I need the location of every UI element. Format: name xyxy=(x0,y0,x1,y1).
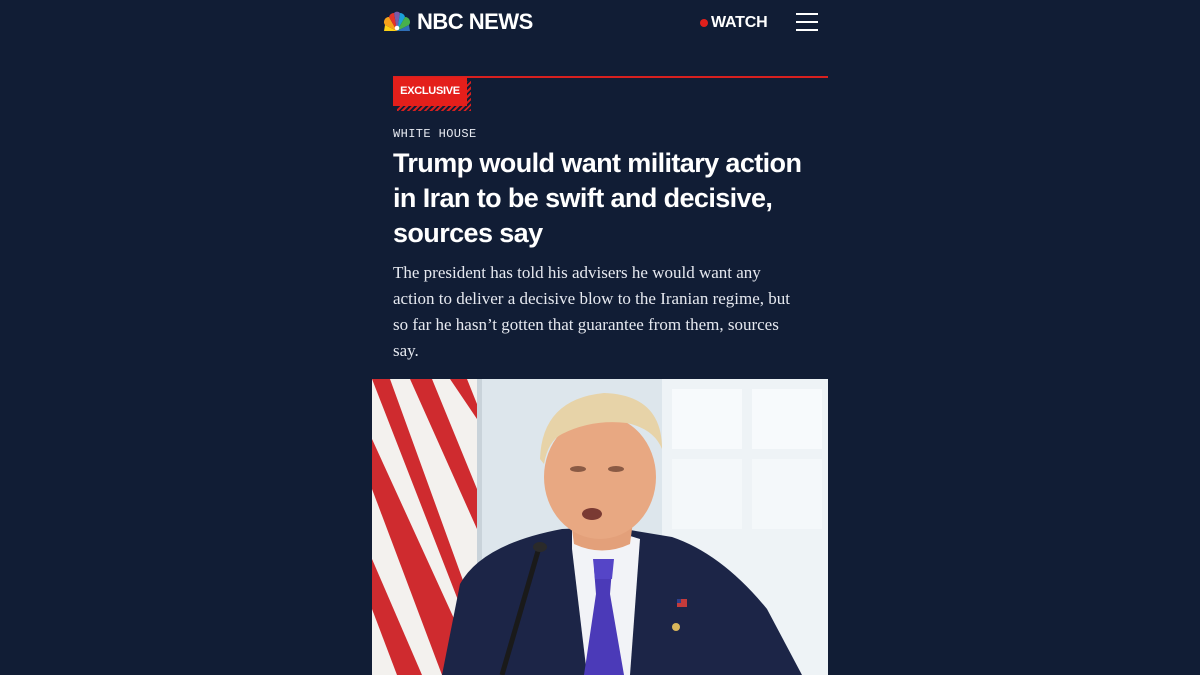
exclusive-badge-label: EXCLUSIVE xyxy=(393,77,467,106)
article-hero-photo[interactable] xyxy=(372,379,828,675)
dek-line: The president has told his advisers he w… xyxy=(393,263,761,282)
headline-line: sources say xyxy=(393,218,543,248)
brand-name: NBC NEWS xyxy=(417,9,533,34)
article-dek: The president has told his advisers he w… xyxy=(393,260,818,364)
dek-line: so far he hasn’t gotten that guarantee f… xyxy=(393,315,779,334)
nbc-news-logo[interactable]: NBC NEWS xyxy=(382,10,533,34)
hamburger-menu-icon[interactable] xyxy=(796,13,818,31)
peacock-icon xyxy=(384,11,410,31)
article-page: NBC NEWS WATCH EXCLUSIVE WHITE HOUSE Tru… xyxy=(372,0,828,675)
headline-line: Trump would want military action xyxy=(393,148,802,178)
live-dot-icon xyxy=(700,19,708,27)
watch-live-button[interactable]: WATCH xyxy=(700,14,768,32)
top-navigation-bar: NBC NEWS WATCH xyxy=(372,0,828,46)
section-link-white-house[interactable]: WHITE HOUSE xyxy=(393,127,477,141)
exclusive-badge: EXCLUSIVE xyxy=(393,77,471,111)
dek-line: say. xyxy=(393,341,419,360)
watch-label: WATCH xyxy=(711,14,768,31)
hero-photo-illustration xyxy=(372,379,828,675)
article-headline: Trump would want military action in Iran… xyxy=(393,146,818,251)
dek-line: action to deliver a decisive blow to the… xyxy=(393,289,791,308)
headline-line: in Iran to be swift and decisive, xyxy=(393,183,773,213)
